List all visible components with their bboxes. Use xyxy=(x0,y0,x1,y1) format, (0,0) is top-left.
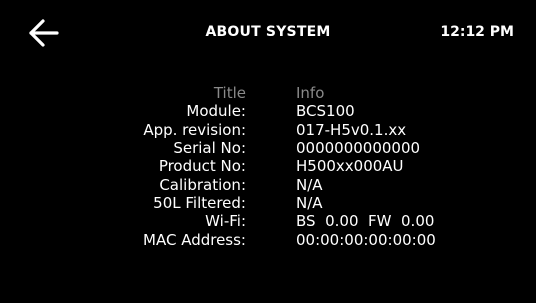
column-header-title: Title xyxy=(213,84,246,103)
table-row: Calibration: N/A xyxy=(0,175,536,194)
table-row: Module: BCS100 xyxy=(0,102,536,120)
table-row: Product No: H500xx000AU xyxy=(0,157,536,175)
serial-no-label: Serial No: xyxy=(173,139,246,158)
wifi-value: BS 0.00 FW 0.00 xyxy=(296,212,435,231)
mac-address-value: 00:00:00:00:00:00 xyxy=(296,230,436,249)
table-row: Wi-Fi: BS 0.00 FW 0.00 xyxy=(0,212,536,230)
system-info-table: Title Info Module: BCS100 App. revision:… xyxy=(0,84,536,249)
filtered-label: 50L Filtered: xyxy=(153,193,246,212)
table-row: App. revision: 017-H5v0.1.xx xyxy=(0,121,536,139)
product-no-label: Product No: xyxy=(158,157,246,176)
module-label: Module: xyxy=(186,102,246,121)
app-revision-value: 017-H5v0.1.xx xyxy=(296,120,407,139)
wifi-label: Wi-Fi: xyxy=(205,212,246,231)
table-row: MAC Address: 00:00:00:00:00:00 xyxy=(0,230,536,249)
mac-address-label: MAC Address: xyxy=(143,230,246,249)
table-header-row: Title Info xyxy=(0,84,536,102)
app-revision-label: App. revision: xyxy=(143,120,246,139)
table-row: 50L Filtered: N/A xyxy=(0,194,536,212)
module-value: BCS100 xyxy=(296,102,355,121)
clock: 12:12 PM xyxy=(440,24,514,40)
filtered-value: N/A xyxy=(296,193,323,212)
column-header-info: Info xyxy=(296,84,325,103)
product-no-value: H500xx000AU xyxy=(296,157,404,176)
serial-no-value: 0000000000000 xyxy=(296,139,421,158)
calibration-value: N/A xyxy=(296,175,323,194)
calibration-label: Calibration: xyxy=(159,175,246,194)
table-row: Serial No: 0000000000000 xyxy=(0,139,536,157)
